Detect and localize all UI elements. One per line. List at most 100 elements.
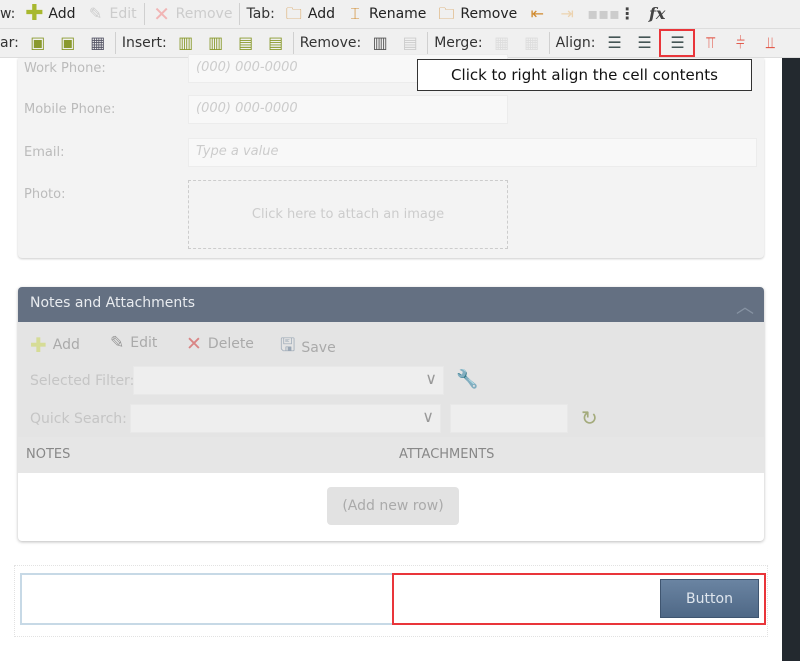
folder-add-icon: 🗀	[285, 4, 302, 23]
notes-header: Notes and Attachments ︿	[18, 287, 764, 322]
more-vertical-button[interactable]: ⋮	[612, 4, 642, 24]
remove-row-button[interactable]: ▤	[395, 33, 425, 53]
table-style-3-button[interactable]: ▦	[83, 33, 113, 53]
chevron-down-icon: ∨	[422, 407, 434, 426]
bottom-left-cell[interactable]	[20, 573, 394, 625]
table-erase-icon: ▣	[60, 33, 76, 52]
row-insert-icon: ▤	[238, 33, 254, 52]
remove-label: Remove:	[299, 35, 362, 51]
divider	[292, 32, 294, 54]
notes-save-label: Save	[301, 340, 336, 356]
dots-vertical-icon: ⋮	[619, 4, 636, 23]
save-icon: 🖫	[280, 335, 296, 356]
quick-search-dropdown[interactable]: ∨	[130, 404, 441, 433]
mobile-phone-label: Mobile Phone:	[24, 102, 116, 117]
notes-attachments-panel: Notes and Attachments ︿ ✚ Add ✎ Edit ✕ Dele…	[18, 287, 764, 541]
notes-delete-button[interactable]: ✕ Delete	[186, 333, 254, 355]
remove-column-button[interactable]: ▥	[365, 33, 395, 53]
quick-search-input[interactable]	[450, 404, 568, 433]
x-icon: ✕	[186, 333, 202, 355]
align-left-button[interactable]: ☰	[599, 33, 629, 53]
tab-rename-label: Rename	[369, 6, 427, 22]
selected-filter-dropdown[interactable]: ∨	[133, 366, 444, 395]
notes-add-label: Add	[52, 337, 80, 353]
tab-right-icon: ⇥	[560, 4, 574, 23]
divider	[548, 32, 550, 54]
column-insert-icon: ▥	[178, 33, 194, 52]
rename-icon: ⌶	[350, 4, 360, 23]
move-tab-right-button[interactable]: ⇥	[552, 4, 582, 24]
row-label: w:	[0, 6, 16, 22]
work-phone-label: Work Phone:	[24, 61, 106, 76]
plus-icon: ✚	[30, 333, 47, 357]
align-bottom-button[interactable]: ⫫	[755, 33, 785, 53]
move-tab-left-button[interactable]: ⇤	[522, 4, 552, 24]
tab-left-icon: ⇤	[530, 4, 544, 23]
divider	[114, 32, 116, 54]
quick-search-label: Quick Search:	[30, 411, 127, 427]
align-center-icon: ☰	[637, 33, 652, 52]
align-center-button[interactable]: ☰	[629, 33, 659, 53]
row-add-label: Add	[48, 6, 76, 22]
email-label: Email:	[24, 145, 65, 160]
tab-remove-button[interactable]: 🗀 Remove	[431, 4, 522, 24]
align-middle-icon: ⫩	[735, 33, 746, 52]
column-remove-icon: ▥	[372, 33, 388, 52]
divider	[143, 3, 145, 25]
notes-toolbar: ✚ Add ✎ Edit ✕ Delete 🖫 Save Selected Filter…	[18, 322, 764, 437]
photo-upload-area[interactable]: Click here to attach an image	[188, 180, 508, 249]
row-edit-button[interactable]: ✎ Edit	[81, 4, 142, 24]
notes-add-button[interactable]: ✚ Add	[30, 333, 80, 357]
merge-down-button[interactable]: ▦	[517, 33, 547, 53]
tab-remove-label: Remove	[460, 6, 518, 22]
plus-icon: ✚	[25, 1, 44, 26]
notes-save-button[interactable]: 🖫 Save	[280, 333, 336, 363]
notes-edit-button[interactable]: ✎ Edit	[110, 333, 157, 353]
merge-right-button[interactable]: ▦	[487, 33, 517, 53]
insert-row-above-button[interactable]: ▤	[231, 33, 261, 53]
row-add-button[interactable]: ✚ Add	[19, 1, 80, 26]
selected-filter-label: Selected Filter:	[30, 373, 135, 389]
align-right-button[interactable]: ☰	[659, 29, 696, 57]
folder-remove-icon: 🗀	[438, 4, 455, 23]
collapse-chevron-icon[interactable]: ︿	[736, 293, 754, 319]
email-input[interactable]: Type a value	[188, 138, 757, 167]
add-new-row-button[interactable]: (Add new row)	[327, 487, 459, 525]
formula-button[interactable]: fx	[642, 4, 672, 24]
row-remove-button[interactable]: ✕ Remove	[147, 4, 238, 24]
notes-title: Notes and Attachments	[30, 295, 196, 311]
dots-horizontal-icon: ▪▪▪	[587, 4, 620, 23]
table-style-1-button[interactable]: ▣	[23, 33, 53, 53]
table-style-2-button[interactable]: ▣	[53, 33, 83, 53]
refresh-icon[interactable]: ↻	[581, 406, 598, 430]
tab-rename-button[interactable]: ⌶ Rename	[340, 4, 431, 24]
toolbar-row-1: w: ✚ Add ✎ Edit ✕ Remove Tab: 🗀 Add ⌶ Rename …	[0, 0, 800, 29]
pencil-icon: ✎	[110, 333, 125, 353]
row-edit-label: Edit	[109, 6, 137, 22]
align-label: Align:	[555, 35, 596, 51]
insert-column-right-button[interactable]: ▥	[201, 33, 231, 53]
action-button[interactable]: Button	[660, 579, 759, 618]
notes-delete-label: Delete	[207, 336, 254, 352]
column-notes[interactable]: NOTES	[26, 447, 70, 462]
pencil-icon: ✎	[88, 4, 103, 23]
column-attachments[interactable]: ATTACHMENTS	[399, 447, 494, 462]
insert-row-below-button[interactable]: ▤	[261, 33, 291, 53]
row-remove-label: Remove	[175, 6, 233, 22]
tab-add-label: Add	[307, 6, 335, 22]
tab-add-button[interactable]: 🗀 Add	[279, 4, 340, 24]
align-top-button[interactable]: ⫪	[695, 33, 725, 53]
insert-label: Insert:	[121, 35, 167, 51]
row-remove-icon: ▤	[402, 33, 418, 52]
merge-right-icon: ▦	[494, 33, 510, 52]
wrench-icon[interactable]: 🔧	[456, 369, 478, 390]
tab-label: Tab:	[246, 6, 275, 22]
align-top-icon: ⫪	[705, 33, 715, 52]
table-erase-icon: ▣	[30, 33, 46, 52]
mobile-phone-input[interactable]: (000) 000-0000	[188, 95, 508, 124]
row-insert-icon: ▤	[268, 33, 284, 52]
insert-column-left-button[interactable]: ▥	[171, 33, 201, 53]
column-insert-icon: ▥	[208, 33, 224, 52]
align-middle-button[interactable]: ⫩	[725, 33, 755, 53]
more-horizontal-button[interactable]: ▪▪▪	[582, 4, 620, 24]
